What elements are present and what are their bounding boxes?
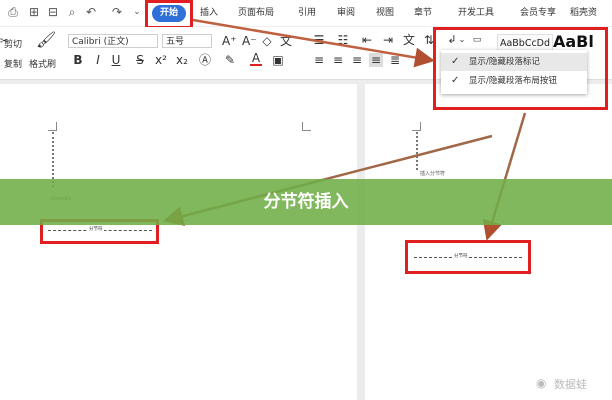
watermark-text: 数据蛙 bbox=[554, 378, 587, 391]
arrow-home-to-paragraph-mark bbox=[192, 18, 435, 68]
title-banner: 分节符插入 bbox=[0, 179, 612, 225]
watermark-logo-icon: ◉ bbox=[536, 376, 547, 390]
